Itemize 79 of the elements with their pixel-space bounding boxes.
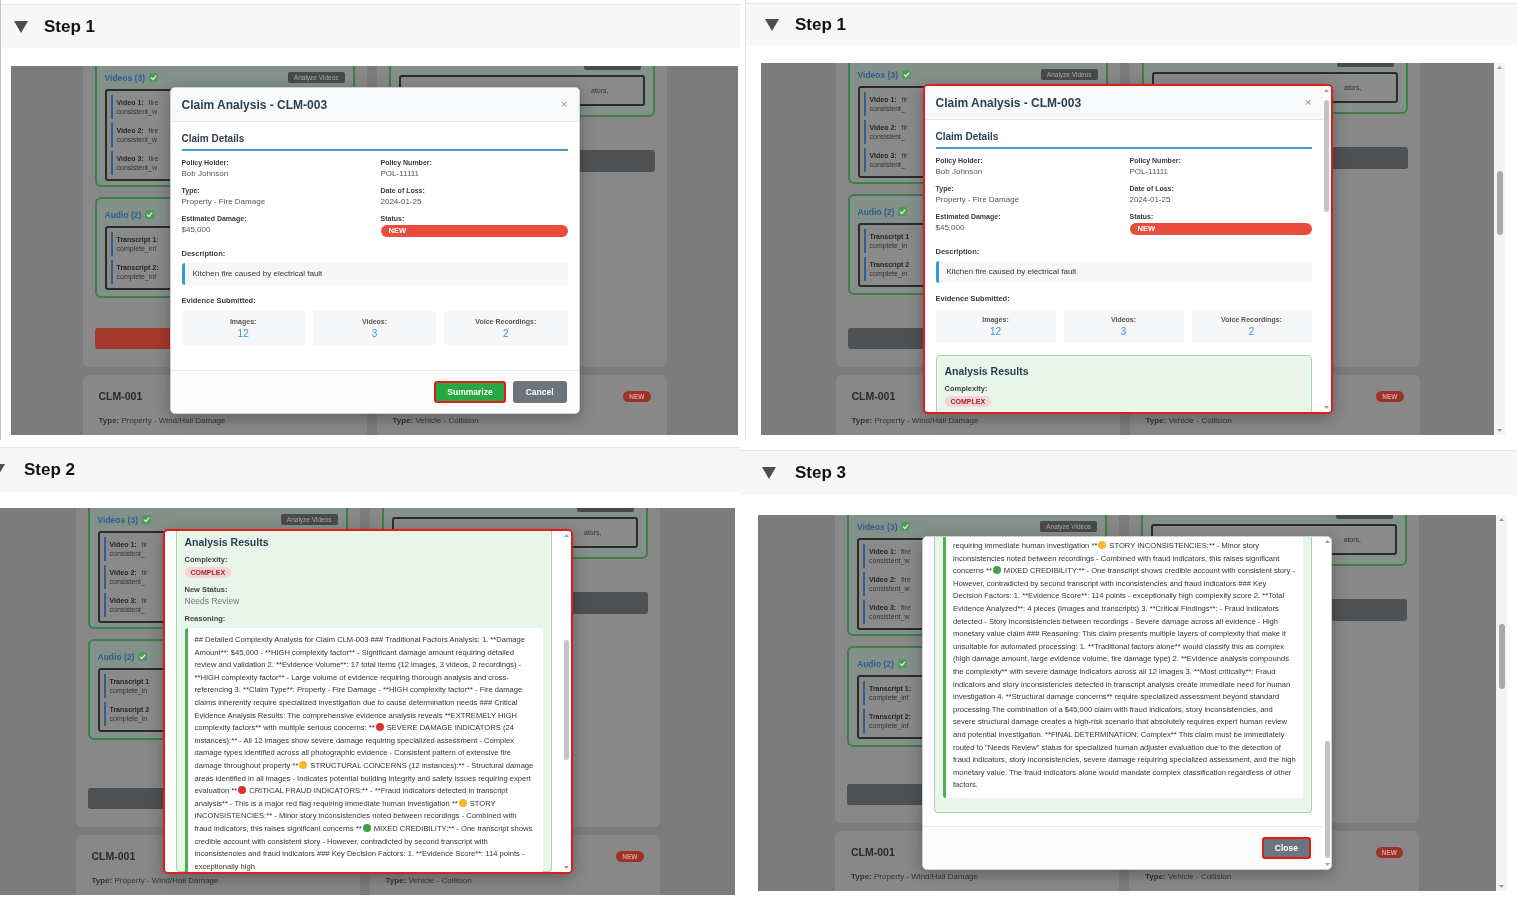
- caret-up-icon[interactable]: [1499, 518, 1504, 521]
- section-heading: Claim Details: [935, 130, 1312, 149]
- dialog-button[interactable]: Cancel: [512, 381, 567, 403]
- stat-value: 12: [237, 326, 249, 340]
- claim-id: CLM-001: [91, 849, 136, 863]
- action-button[interactable]: [1336, 63, 1394, 67]
- claim-type: Type: Property - Wind/Hail Damage: [91, 876, 219, 886]
- caret-down-icon[interactable]: [1324, 863, 1330, 866]
- step-title: Step 1: [44, 16, 96, 37]
- modal-title: Claim Analysis - CLM-003: [935, 94, 1082, 111]
- step-header[interactable]: Step 1: [746, 3, 1517, 45]
- field-value: $45,000: [181, 224, 211, 236]
- claim-id: CLM-001: [98, 389, 143, 403]
- section-title: Audio (2): [97, 651, 135, 662]
- caret-icon[interactable]: [762, 467, 776, 479]
- field-value: Needs Review: [184, 595, 240, 607]
- field-value: $45,000: [935, 222, 965, 234]
- action-button[interactable]: [576, 508, 634, 512]
- description-box: Kitchen fire caused by electrical fault: [935, 261, 1312, 283]
- section-title: Audio (2): [104, 209, 142, 220]
- stat-value: 2: [503, 326, 509, 340]
- claim-type: Type: Vehicle - Collision: [1145, 416, 1232, 426]
- scrollbar[interactable]: [1494, 63, 1505, 435]
- section-title: Audio (2): [857, 206, 895, 217]
- section-title: Videos (3): [104, 72, 145, 83]
- scrollbar[interactable]: [562, 531, 571, 872]
- field-value: Property - Fire Damage: [935, 194, 1020, 206]
- stat-value: 12: [989, 324, 1002, 338]
- field-value: POL-11111: [1129, 166, 1169, 178]
- caret-down-icon[interactable]: [1499, 885, 1504, 888]
- caret-up-icon[interactable]: [564, 534, 569, 537]
- section-title: Videos (3): [97, 514, 138, 525]
- field-value: Property - Fire Damage: [181, 196, 266, 208]
- field-value: Bob Johnson: [181, 168, 229, 180]
- section-heading: Claim Details: [181, 132, 568, 151]
- claim-type: Type: Property - Wind/Hail Damage: [851, 416, 979, 426]
- claim-type: Type: Property - Wind/Hail Damage: [851, 872, 978, 882]
- claim-id: CLM-001: [851, 389, 896, 403]
- field-value: POL-11111: [380, 168, 420, 180]
- step-title: Step 3: [795, 463, 847, 483]
- scrollbar[interactable]: [1323, 537, 1331, 869]
- section-title: Videos (3): [857, 69, 898, 80]
- field-value: Bob Johnson: [935, 166, 983, 178]
- stat-value: 3: [1120, 324, 1127, 338]
- field-value: 2024-01-25: [380, 196, 422, 208]
- stat-value: 2: [1248, 324, 1255, 338]
- description-box: Kitchen fire caused by electrical fault: [181, 263, 568, 285]
- caret-icon[interactable]: [765, 18, 779, 31]
- claim-type: Type: Vehicle - Collision: [385, 876, 472, 886]
- close-button[interactable]: ×: [1305, 97, 1312, 108]
- modal-title: Claim Analysis - CLM-003: [181, 96, 328, 113]
- claim-type: Type: Vehicle - Collision: [1145, 872, 1232, 882]
- scrollbar[interactable]: [1322, 86, 1331, 412]
- section-heading: Analysis Results: [944, 364, 1029, 378]
- action-button[interactable]: [583, 66, 641, 70]
- dialog-button[interactable]: Summarize: [434, 381, 506, 403]
- caret-up-icon[interactable]: [1324, 540, 1330, 543]
- section-title: Audio (2): [857, 658, 894, 669]
- caret-up-icon[interactable]: [1497, 66, 1502, 69]
- step-header[interactable]: Step 3: [740, 450, 1517, 495]
- section-heading: Analysis Results: [184, 535, 269, 549]
- step-header[interactable]: Step 2: [0, 447, 740, 492]
- claim-type: Type: Vehicle - Collision: [392, 416, 479, 426]
- caret-icon[interactable]: [14, 20, 28, 33]
- field-value: 2024-01-25: [1129, 194, 1171, 206]
- scrollbar[interactable]: [1496, 515, 1507, 891]
- stat-value: 3: [371, 326, 378, 340]
- step-header[interactable]: Step 1: [1, 4, 740, 48]
- section-title: Videos (3): [857, 521, 898, 532]
- claim-type: Type: Property - Wind/Hail Damage: [98, 416, 226, 426]
- step-title: Step 1: [795, 14, 847, 35]
- claim-id: CLM-001: [851, 845, 895, 859]
- close-button[interactable]: ×: [561, 99, 568, 110]
- caret-down-icon[interactable]: [564, 866, 569, 869]
- caret-up-icon[interactable]: [1324, 89, 1329, 92]
- caret-down-icon[interactable]: [1497, 429, 1502, 432]
- step-title: Step 2: [24, 460, 76, 480]
- caret-down-icon[interactable]: [1324, 406, 1329, 409]
- dialog-button[interactable]: Close: [1261, 837, 1311, 859]
